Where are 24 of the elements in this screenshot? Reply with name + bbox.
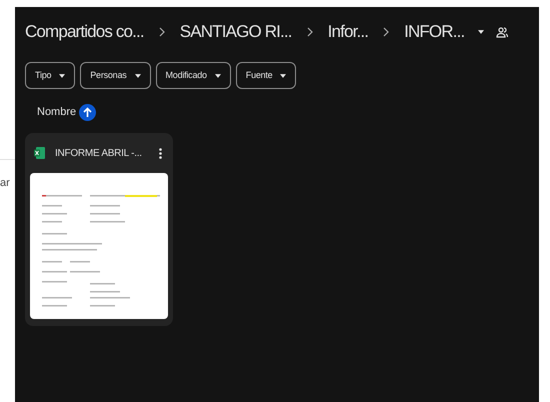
caret-icon xyxy=(134,74,141,78)
breadcrumb-link[interactable]: SANTIAGO RI... xyxy=(180,19,292,45)
breadcrumb-link[interactable]: Infor... xyxy=(328,19,368,45)
chevron-right-icon xyxy=(158,27,165,37)
filter-chip[interactable]: Fuente xyxy=(236,62,296,89)
more-icon[interactable] xyxy=(159,148,162,158)
chevron-right-icon xyxy=(306,27,313,37)
breadcrumb-link[interactable]: Compartidos co... xyxy=(25,19,144,45)
caret-icon xyxy=(280,74,286,78)
people-icon[interactable] xyxy=(496,26,508,38)
caret-icon xyxy=(59,74,66,78)
file-name: INFORME ABRIL -... xyxy=(55,146,142,160)
filter-chip[interactable]: Tipo xyxy=(25,62,76,89)
arrow-up-icon[interactable] xyxy=(79,104,96,121)
chevron-right-icon xyxy=(383,27,390,37)
filter-chip[interactable]: Personas xyxy=(80,62,151,89)
file-card[interactable]: INFORME ABRIL -... xyxy=(25,133,173,326)
background-text: ar xyxy=(0,177,10,189)
filter-chip[interactable]: Modificado xyxy=(156,62,231,89)
caret-icon xyxy=(214,74,221,78)
sort-name-button[interactable]: Nombre xyxy=(37,104,76,121)
spreadsheet-icon xyxy=(34,147,45,159)
caret-icon xyxy=(478,30,484,34)
breadcrumb-link[interactable]: INFOR... xyxy=(404,19,464,45)
